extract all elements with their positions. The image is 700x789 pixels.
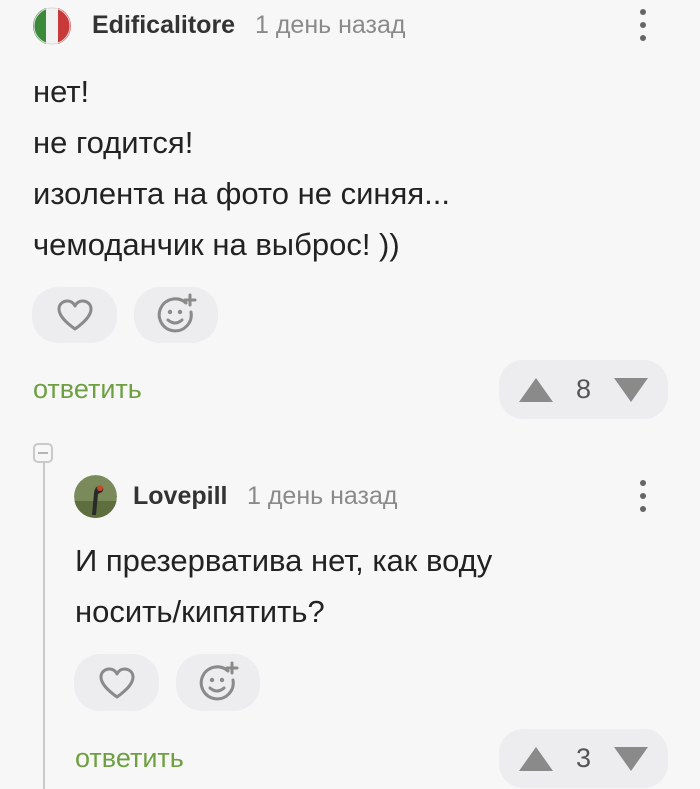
collapse-thread-icon[interactable] — [33, 443, 53, 463]
timestamp: 1 день назад — [247, 482, 398, 510]
react-button[interactable] — [134, 287, 218, 343]
rating-count: 3 — [575, 743, 592, 773]
downvote-arrow-icon[interactable] — [612, 745, 650, 773]
comment-line: изолента на фото не синяя... — [33, 176, 450, 211]
rating-count: 8 — [575, 374, 592, 404]
react-button[interactable] — [176, 654, 260, 711]
like-button[interactable] — [74, 654, 159, 711]
rating-box: 3 — [499, 729, 668, 788]
more-vertical-icon[interactable] — [640, 480, 646, 512]
comment-body: И презерватива нет, как воду носить/кипя… — [75, 535, 492, 637]
comment-line: чемоданчик на выброс! )) — [33, 227, 400, 262]
rating-box: 8 — [499, 360, 668, 419]
avatar[interactable] — [33, 7, 71, 45]
heart-icon — [57, 299, 92, 331]
reply-link[interactable]: ответить — [33, 374, 142, 405]
thread-line[interactable] — [43, 452, 45, 789]
heart-icon — [99, 667, 134, 698]
comment-line: И презерватива нет, как воду — [75, 543, 493, 578]
avatar[interactable] — [74, 475, 117, 518]
comment-line: нет! — [33, 74, 90, 109]
like-button[interactable] — [32, 287, 117, 343]
comment-line: носить/кипятить? — [75, 594, 325, 629]
upvote-arrow-icon[interactable] — [517, 376, 555, 404]
comment-body: нет! не годится! изолента на фото не син… — [33, 66, 450, 270]
emoji-add-icon — [199, 661, 239, 700]
downvote-arrow-icon[interactable] — [612, 376, 650, 404]
reply-link[interactable]: ответить — [75, 743, 184, 774]
emoji-add-icon — [157, 293, 197, 333]
username[interactable]: Edificalitore — [92, 11, 235, 40]
more-vertical-icon[interactable] — [640, 9, 646, 41]
upvote-arrow-icon[interactable] — [517, 745, 555, 773]
username[interactable]: Lovepill — [133, 482, 227, 511]
comment-line: не годится! — [33, 125, 194, 160]
timestamp: 1 день назад — [255, 11, 406, 39]
